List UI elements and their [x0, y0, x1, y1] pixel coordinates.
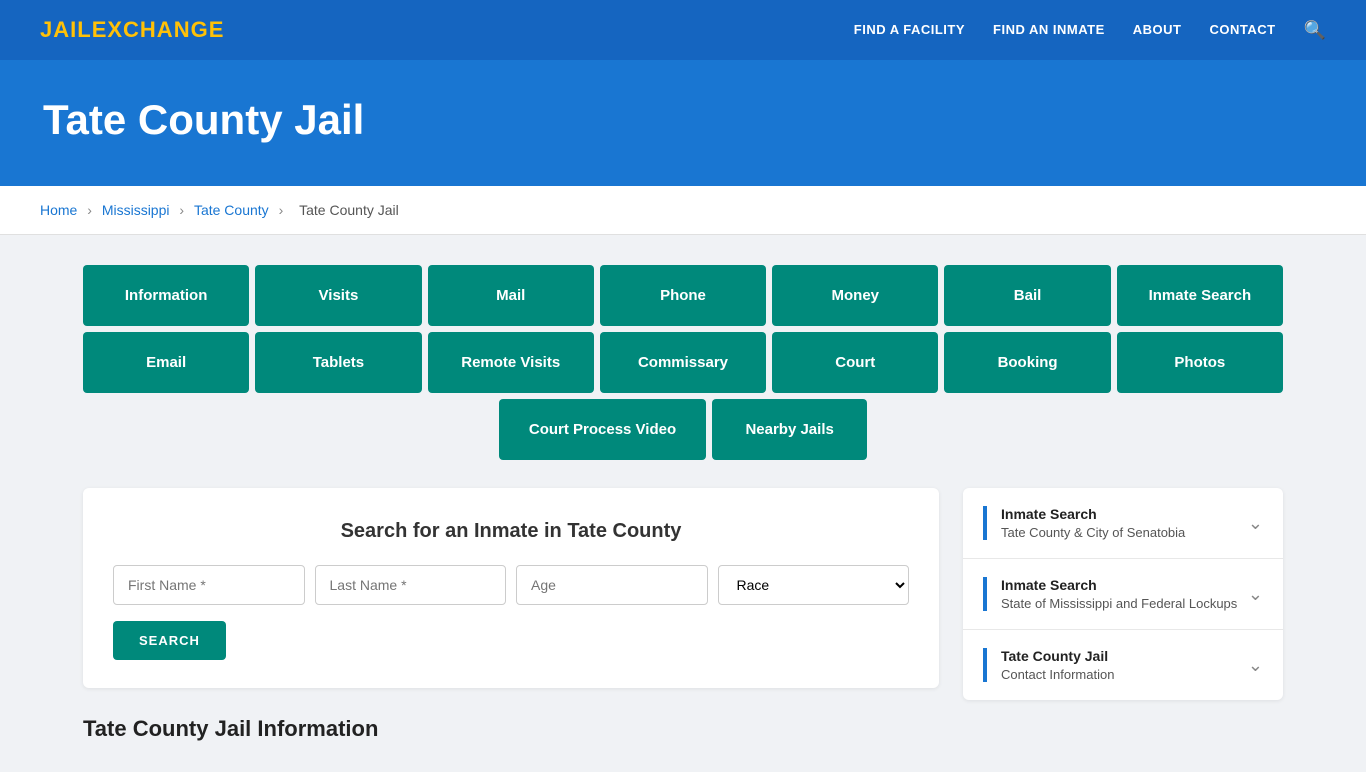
- breadcrumb-mississippi[interactable]: Mississippi: [102, 202, 170, 218]
- info-title: Tate County Jail Information: [83, 716, 939, 742]
- sidebar-item-subtitle-2: State of Mississippi and Federal Lockups: [1001, 596, 1237, 611]
- sidebar-item-title-3: Tate County Jail: [1001, 648, 1114, 664]
- nav-links: FIND A FACILITY FIND AN INMATE ABOUT CON…: [854, 20, 1326, 41]
- btn-visits[interactable]: Visits: [255, 265, 421, 326]
- btn-information[interactable]: Information: [83, 265, 249, 326]
- btn-email[interactable]: Email: [83, 332, 249, 393]
- btn-tablets[interactable]: Tablets: [255, 332, 421, 393]
- chevron-down-icon-1: ⌄: [1248, 513, 1263, 534]
- sidebar-item-title-2: Inmate Search: [1001, 577, 1237, 593]
- content-area: Search for an Inmate in Tate County Race…: [83, 488, 1283, 742]
- button-row-1: Information Visits Mail Phone Money Bail…: [83, 265, 1283, 326]
- search-title: Search for an Inmate in Tate County: [113, 520, 909, 543]
- nav-contact[interactable]: CONTACT: [1209, 21, 1275, 39]
- navbar: JAILEXCHANGE FIND A FACILITY FIND AN INM…: [0, 0, 1366, 60]
- breadcrumb-current: Tate County Jail: [299, 202, 399, 218]
- logo-part1: JAIL: [40, 17, 92, 42]
- btn-commissary[interactable]: Commissary: [600, 332, 766, 393]
- sidebar-item-title-1: Inmate Search: [1001, 506, 1185, 522]
- age-input[interactable]: [516, 565, 708, 605]
- sidebar-item-contact-info[interactable]: Tate County Jail Contact Information ⌄: [963, 630, 1283, 700]
- button-row-2: Email Tablets Remote Visits Commissary C…: [83, 332, 1283, 393]
- btn-remote-visits[interactable]: Remote Visits: [428, 332, 594, 393]
- breadcrumb-sep2: ›: [179, 202, 188, 218]
- breadcrumb-tate-county[interactable]: Tate County: [194, 202, 269, 218]
- breadcrumb-sep3: ›: [279, 202, 288, 218]
- logo[interactable]: JAILEXCHANGE: [40, 17, 224, 43]
- btn-court[interactable]: Court: [772, 332, 938, 393]
- sidebar: Inmate Search Tate County & City of Sena…: [963, 488, 1283, 700]
- nav-find-facility[interactable]: FIND A FACILITY: [854, 21, 965, 39]
- btn-bail[interactable]: Bail: [944, 265, 1110, 326]
- info-section: Tate County Jail Information: [83, 688, 939, 742]
- btn-inmate-search[interactable]: Inmate Search: [1117, 265, 1283, 326]
- search-button[interactable]: SEARCH: [113, 621, 226, 660]
- chevron-down-icon-3: ⌄: [1248, 655, 1263, 676]
- race-select[interactable]: Race White Black Hispanic Asian Other: [718, 565, 910, 605]
- breadcrumb: Home › Mississippi › Tate County › Tate …: [0, 186, 1366, 235]
- sidebar-item-subtitle-1: Tate County & City of Senatobia: [1001, 525, 1185, 540]
- button-row-3: Court Process Video Nearby Jails: [83, 399, 1283, 460]
- btn-nearby-jails[interactable]: Nearby Jails: [712, 399, 867, 460]
- chevron-down-icon-2: ⌄: [1248, 584, 1263, 605]
- btn-photos[interactable]: Photos: [1117, 332, 1283, 393]
- breadcrumb-sep1: ›: [87, 202, 96, 218]
- last-name-input[interactable]: [315, 565, 507, 605]
- nav-search-icon[interactable]: 🔍: [1304, 20, 1326, 41]
- left-column: Search for an Inmate in Tate County Race…: [83, 488, 939, 742]
- nav-find-inmate[interactable]: FIND AN INMATE: [993, 21, 1105, 39]
- search-fields: Race White Black Hispanic Asian Other: [113, 565, 909, 605]
- sidebar-item-inmate-search-tate[interactable]: Inmate Search Tate County & City of Sena…: [963, 488, 1283, 559]
- hero-banner: Tate County Jail: [0, 60, 1366, 186]
- logo-exchange: EXCHANGE: [92, 17, 225, 42]
- btn-phone[interactable]: Phone: [600, 265, 766, 326]
- main-wrapper: Information Visits Mail Phone Money Bail…: [43, 235, 1323, 772]
- btn-money[interactable]: Money: [772, 265, 938, 326]
- btn-mail[interactable]: Mail: [428, 265, 594, 326]
- first-name-input[interactable]: [113, 565, 305, 605]
- btn-booking[interactable]: Booking: [944, 332, 1110, 393]
- sidebar-item-subtitle-3: Contact Information: [1001, 667, 1114, 682]
- breadcrumb-home[interactable]: Home: [40, 202, 77, 218]
- search-panel: Search for an Inmate in Tate County Race…: [83, 488, 939, 688]
- btn-court-process-video[interactable]: Court Process Video: [499, 399, 706, 460]
- nav-about[interactable]: ABOUT: [1133, 21, 1182, 39]
- page-title: Tate County Jail: [43, 96, 1323, 144]
- sidebar-item-inmate-search-state[interactable]: Inmate Search State of Mississippi and F…: [963, 559, 1283, 630]
